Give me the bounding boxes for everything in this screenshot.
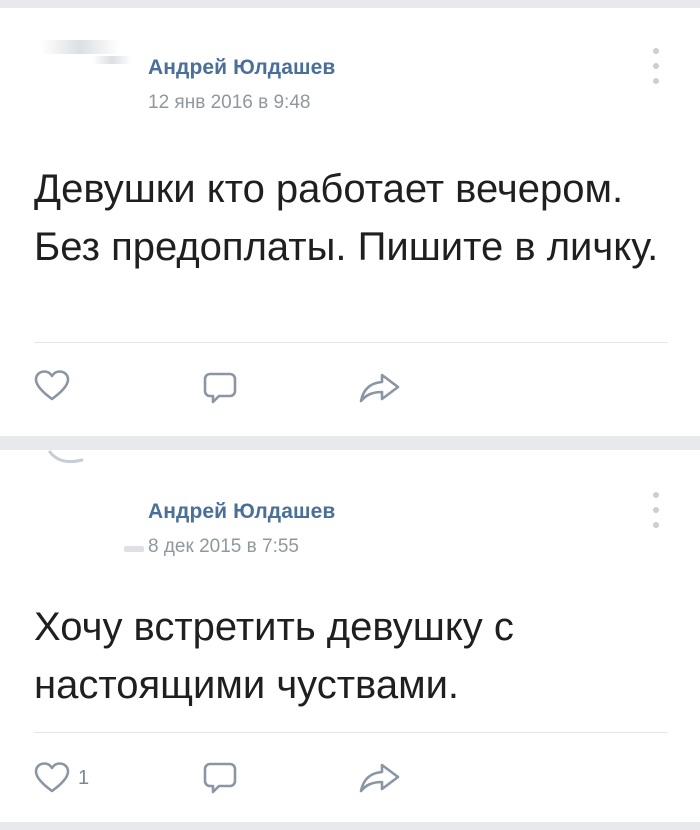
like-count: 1 — [78, 766, 90, 789]
vertical-dots-icon — [653, 492, 659, 498]
comment-button[interactable] — [202, 760, 238, 796]
vertical-dots-icon — [653, 507, 659, 513]
heart-outline-icon — [34, 370, 70, 401]
vertical-dots-icon — [653, 63, 659, 69]
post-menu-button[interactable] — [652, 48, 660, 84]
author-name[interactable]: Андрей Юлдашев — [148, 500, 335, 524]
post-date[interactable]: 12 янв 2016 в 9:48 — [148, 92, 310, 114]
comment-bubble-icon — [203, 762, 237, 794]
vertical-dots-icon — [653, 78, 659, 84]
comment-bubble-icon — [203, 372, 237, 404]
post-text: Хочу встретить девушку с настоящими чуст… — [34, 605, 514, 707]
avatar-shadow — [92, 56, 132, 64]
like-button[interactable] — [32, 368, 78, 404]
divider — [34, 732, 668, 733]
share-arrow-icon — [359, 373, 400, 403]
author-name[interactable]: Андрей Юлдашев — [148, 56, 335, 80]
comment-button[interactable] — [202, 370, 238, 406]
vertical-dots-icon — [653, 522, 659, 528]
share-button[interactable] — [358, 372, 402, 404]
share-button[interactable] — [358, 762, 402, 794]
avatar[interactable] — [40, 40, 120, 54]
post-menu-button[interactable] — [652, 492, 660, 528]
post-card-1: Андрей Юлдашев 12 янв 2016 в 9:48 Девушк… — [0, 8, 700, 436]
divider — [34, 342, 668, 343]
post-card-2: Андрей Юлдашев 8 дек 2015 в 7:55 Хочу вс… — [0, 450, 700, 822]
post-text: Девушки кто работает вечером. Без предоп… — [34, 167, 659, 269]
post-date[interactable]: 8 дек 2015 в 7:55 — [148, 536, 299, 558]
like-button[interactable]: 1 — [32, 760, 89, 796]
share-arrow-icon — [359, 763, 400, 793]
date-mark — [124, 546, 144, 552]
heart-outline-icon — [34, 762, 70, 793]
vertical-dots-icon — [653, 48, 659, 54]
avatar-fragment — [48, 450, 84, 464]
